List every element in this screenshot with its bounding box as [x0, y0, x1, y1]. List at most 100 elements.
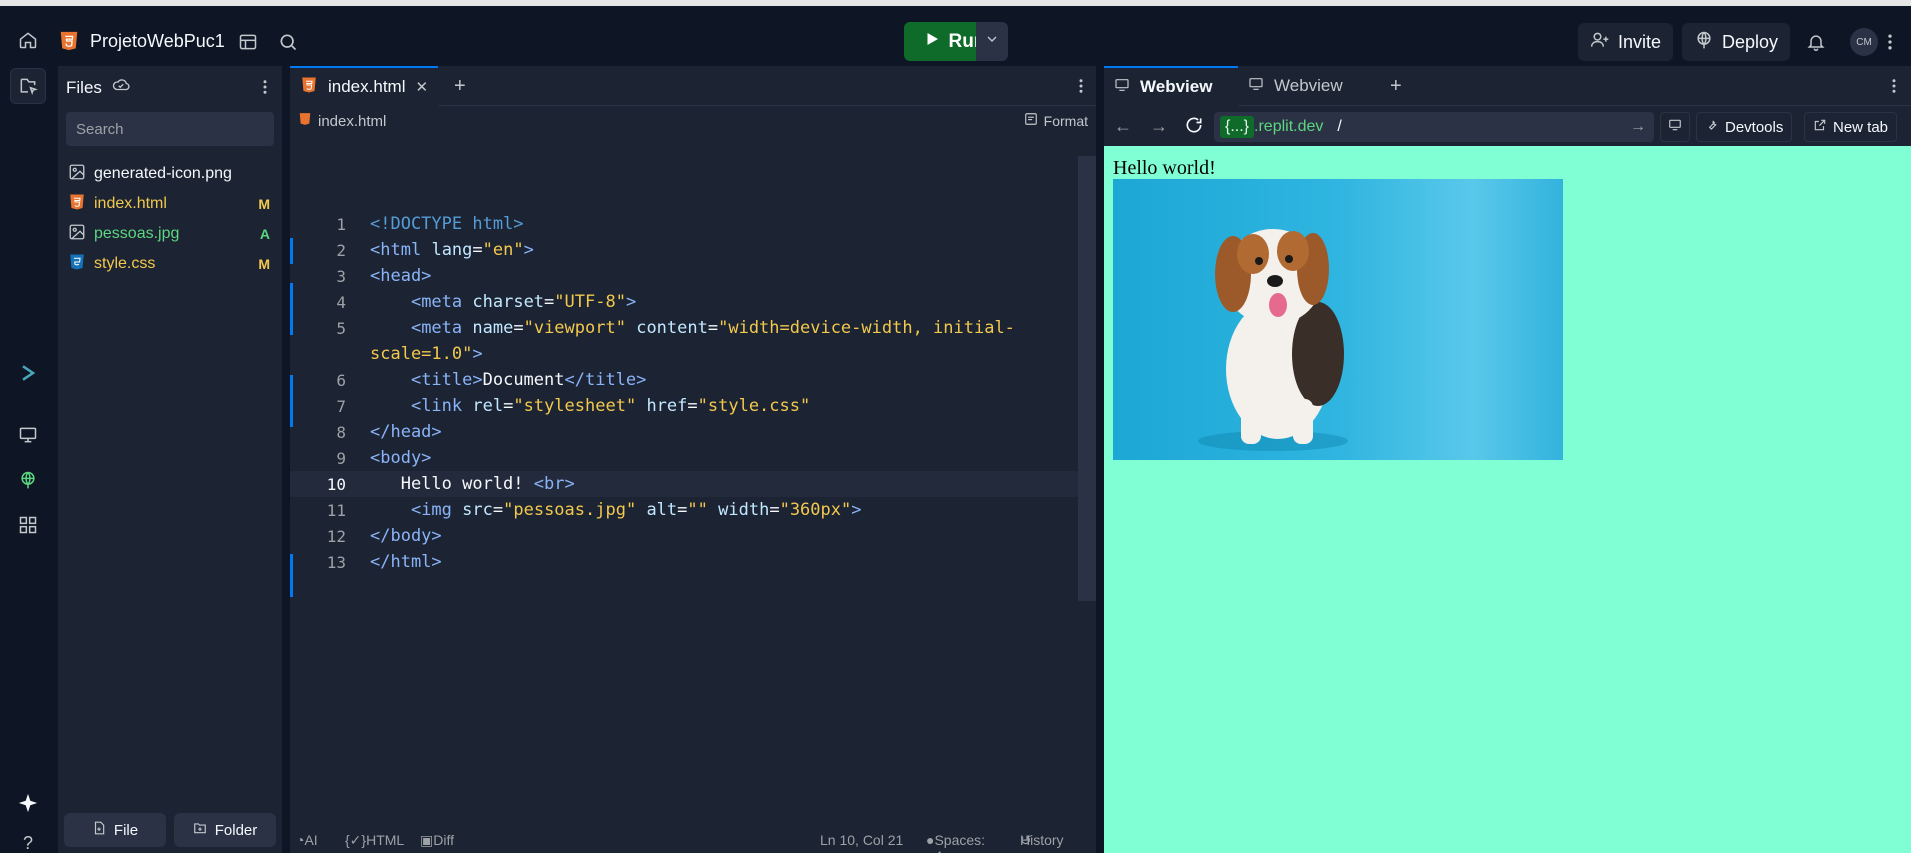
code-line: 8 </head>	[336, 422, 442, 442]
webview-tab-bar: Webview Webview +	[1104, 66, 1911, 106]
files-actions: File Folder	[58, 813, 282, 853]
run-dropdown-button[interactable]	[976, 22, 1008, 61]
url-path: /	[1337, 118, 1342, 135]
code-line: 9 <body>	[336, 448, 432, 468]
editor-status-bar: ◔ AI {✓} HTML ▣ Diff Ln 10, Col 21 ● Spa…	[290, 827, 1096, 853]
tab-label: Webview	[1274, 76, 1343, 95]
new-tab-button[interactable]: +	[444, 66, 476, 106]
globe-icon	[1694, 30, 1714, 55]
spaces-setting[interactable]: ● Spaces: 4	[926, 832, 985, 853]
new-folder-icon	[193, 821, 207, 839]
diff-button[interactable]: ▣ Diff	[420, 832, 454, 849]
breadcrumb-label: index.html	[318, 112, 387, 130]
devtools-button[interactable]: Devtools	[1696, 112, 1793, 142]
monitor-icon	[1248, 76, 1264, 97]
new-file-label: File	[113, 821, 139, 839]
new-file-button[interactable]: File	[64, 813, 166, 847]
search-input[interactable]: Search	[66, 112, 274, 146]
webview-menu-icon[interactable]	[1885, 77, 1903, 100]
code-line: scale=1.0">	[370, 344, 483, 364]
file-item[interactable]: pessoas.jpg A	[68, 220, 276, 248]
files-panel: Files Search generated-icon.png index.ht…	[58, 66, 282, 853]
new-file-icon	[92, 821, 106, 839]
project-name: ProjetoWebPuc1	[90, 30, 225, 51]
webview-tool-icon[interactable]	[10, 417, 46, 453]
plus-icon: +	[1390, 74, 1402, 97]
file-item[interactable]: index.html M	[68, 190, 276, 218]
tab-label: index.html	[328, 77, 406, 96]
help-icon[interactable]: ?	[10, 825, 46, 853]
monitor-icon	[1668, 118, 1682, 136]
image-file-icon	[68, 163, 86, 186]
search-icon[interactable]	[272, 26, 304, 58]
wrench-icon	[1705, 118, 1719, 136]
top-bar: ProjetoWebPuc1 Run Invite Deploy CM	[0, 0, 1911, 61]
address-bar: ← → {...} .replit.dev / → Devtools New t…	[1104, 106, 1911, 146]
invite-button[interactable]: Invite	[1578, 23, 1674, 61]
home-icon[interactable]	[12, 24, 44, 56]
editor-menu-icon[interactable]	[1072, 77, 1090, 100]
apps-grid-icon[interactable]	[10, 507, 46, 543]
agent-icon[interactable]	[10, 355, 46, 391]
git-status-badge: M	[258, 196, 270, 212]
code-line: 5 <meta name="viewport" content="width=d…	[336, 318, 1015, 338]
language-status[interactable]: {✓} HTML	[345, 832, 404, 849]
file-item[interactable]: style.css M	[68, 250, 276, 278]
editor-scrollbar[interactable]	[1078, 156, 1096, 601]
external-link-icon	[1813, 118, 1827, 136]
format-button[interactable]: Format	[1024, 112, 1088, 129]
code-line-current: 10 Hello world! <br>	[290, 471, 1080, 497]
html-file-icon	[298, 112, 312, 130]
webview-page[interactable]: Hello world!	[1104, 146, 1911, 853]
url-dev-badge: {...}	[1220, 116, 1255, 138]
new-folder-button[interactable]: Folder	[174, 813, 276, 847]
ai-status[interactable]: ◔ AI	[296, 832, 318, 848]
code-line: 3 <head>	[336, 266, 432, 286]
html5-icon	[58, 29, 80, 53]
new-tab-open-button[interactable]: New tab	[1804, 112, 1898, 142]
css-file-icon	[68, 253, 86, 276]
files-tool-icon[interactable]	[10, 68, 46, 104]
sparkle-icon[interactable]	[10, 785, 46, 821]
code-editor[interactable]: 1 <!DOCTYPE html> 2 <html lang="en"> 3 <hea…	[290, 143, 1080, 823]
bell-icon[interactable]	[1800, 26, 1832, 58]
files-menu-icon[interactable]	[256, 78, 274, 101]
code-line: 13 </html>	[326, 552, 442, 572]
monitor-icon	[1114, 77, 1130, 98]
plus-icon: +	[454, 74, 466, 97]
tab-index-html[interactable]: index.html ✕	[290, 66, 438, 106]
new-tab-button[interactable]: +	[1380, 66, 1412, 106]
code-line: 12 </body>	[326, 526, 442, 546]
file-item[interactable]: generated-icon.png	[68, 160, 276, 188]
file-name: style.css	[94, 255, 156, 272]
deploy-tool-icon[interactable]	[10, 462, 46, 498]
code-line: 2 <html lang="en">	[336, 240, 534, 260]
file-name: index.html	[94, 195, 167, 212]
deploy-button[interactable]: Deploy	[1682, 23, 1791, 61]
editor-tab-bar: index.html ✕ +	[290, 66, 1096, 106]
forward-arrow-icon[interactable]: →	[1150, 116, 1168, 137]
invite-label: Invite	[1618, 31, 1662, 52]
files-title: Files	[66, 77, 102, 97]
reload-icon[interactable]	[1184, 115, 1204, 140]
image-file-icon	[68, 223, 86, 246]
new-folder-label: Folder	[214, 821, 258, 839]
deploy-label: Deploy	[1722, 31, 1779, 52]
back-arrow-icon[interactable]: ←	[1114, 116, 1132, 137]
layout-icon[interactable]	[232, 26, 264, 58]
url-input[interactable]: {...} .replit.dev / →	[1214, 112, 1654, 142]
code-line: 1 <!DOCTYPE html>	[336, 214, 524, 234]
close-icon[interactable]: ✕	[415, 78, 428, 96]
git-status-badge: A	[259, 226, 270, 242]
tab-webview-1[interactable]: Webview	[1104, 66, 1238, 106]
more-vertical-icon[interactable]	[1874, 26, 1906, 58]
cursor-position[interactable]: Ln 10, Col 21	[820, 832, 903, 848]
history-button[interactable]: History ↺	[1020, 832, 1064, 849]
devtools-label: Devtools	[1725, 118, 1784, 136]
go-arrow-icon[interactable]: →	[1630, 118, 1646, 136]
screen-size-button[interactable]	[1660, 112, 1690, 142]
html-file-icon	[68, 193, 86, 216]
tab-label: Webview	[1140, 77, 1213, 96]
project-name-button[interactable]: ProjetoWebPuc1	[58, 24, 225, 58]
tab-webview-2[interactable]: Webview	[1238, 66, 1372, 106]
